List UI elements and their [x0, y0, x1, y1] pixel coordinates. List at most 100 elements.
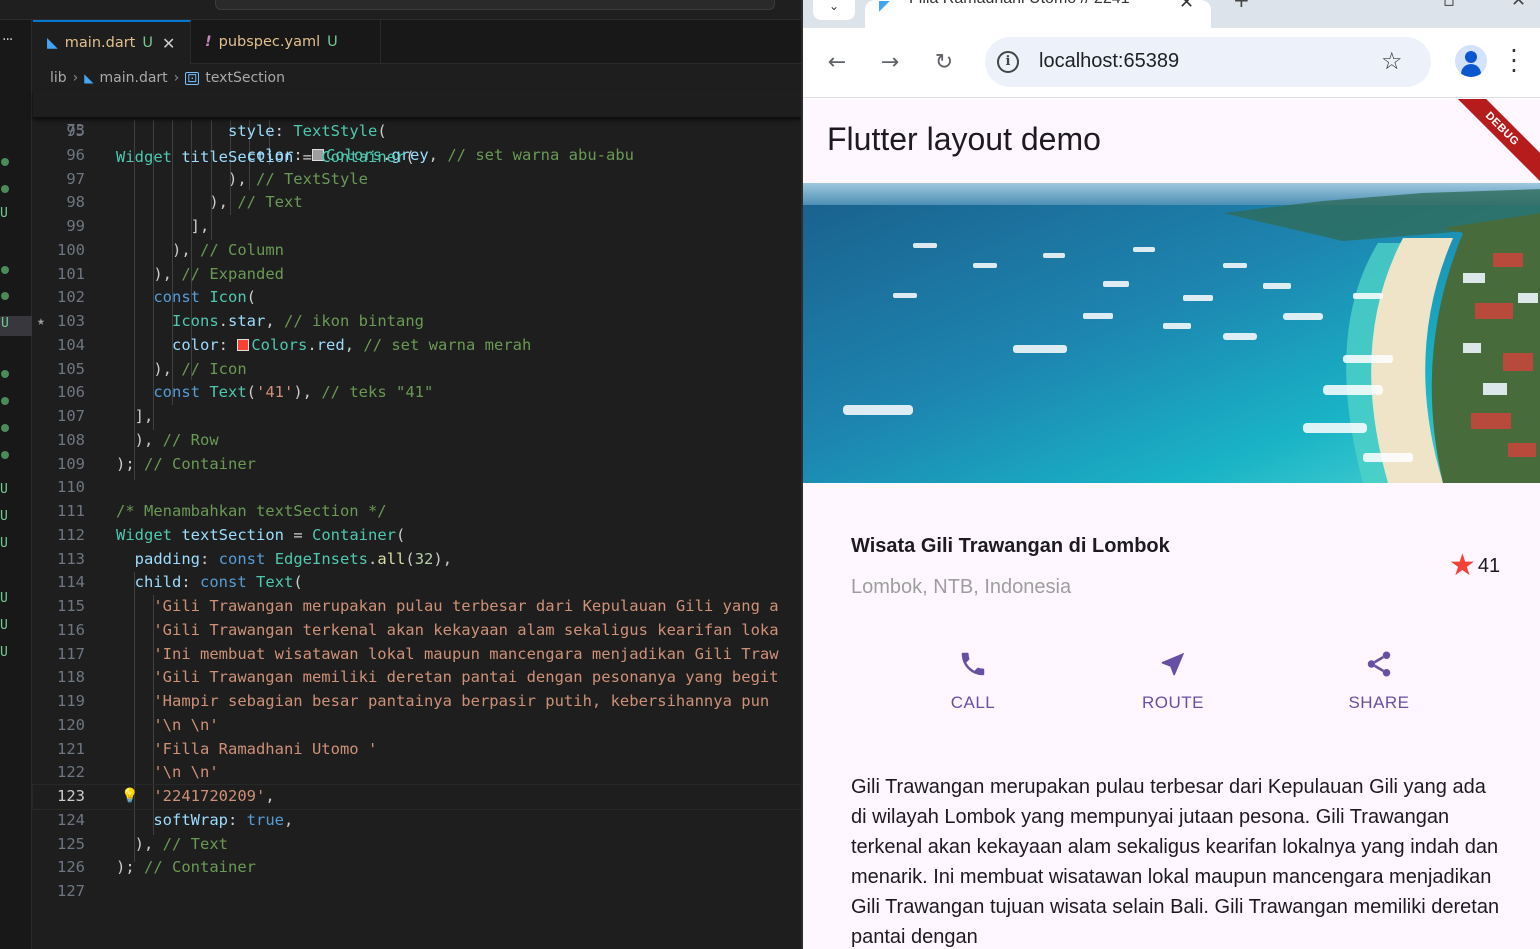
maximize-icon[interactable]: ▫	[1443, 0, 1455, 11]
share-label: SHARE	[1348, 693, 1410, 712]
phone-icon	[961, 652, 985, 676]
code-row[interactable]: 99 ],	[33, 215, 801, 239]
code-row[interactable]: 107 ],	[33, 405, 801, 429]
scm-dot-icon	[1, 397, 9, 405]
call-button[interactable]: CALL	[913, 649, 1033, 713]
code-row[interactable]: 98 ), // Text	[33, 191, 801, 215]
line-number: 125	[57, 834, 85, 853]
code-row[interactable]: 122 '\n \n'	[33, 761, 801, 785]
line-number: 109	[57, 454, 85, 473]
code-row[interactable]: 106 const Text('41'), // teks "41"	[33, 381, 801, 405]
code-line: const Text('41'), // teks "41"	[153, 383, 434, 402]
breadcrumb-item[interactable]: lib	[50, 70, 67, 86]
code-row[interactable]: 112 Widget textSection = Container(	[33, 524, 801, 548]
scm-dot-icon	[1, 266, 9, 274]
line-number: 99	[66, 217, 85, 235]
line-number: 114	[57, 573, 85, 592]
url-text[interactable]: localhost:65389	[1039, 50, 1179, 73]
code-row[interactable]: 113 padding: const EdgeInsets.all(32),	[33, 548, 801, 572]
code-line: '2241720209',	[153, 787, 275, 805]
code-row[interactable]: 95 style: TextStyle(	[33, 120, 801, 144]
command-center[interactable]	[215, 0, 775, 10]
code-row[interactable]: 114 child: const Text(	[33, 571, 801, 595]
breadcrumb-item[interactable]: main.dart	[100, 70, 168, 86]
code-row[interactable]: 120 '\n \n'	[33, 714, 801, 738]
code-row[interactable]: ★ 103 Icons.star, // ikon bintang	[33, 310, 801, 334]
title-section: Wisata Gili Trawangan di Lombok Lombok, …	[851, 535, 1170, 599]
code-row[interactable]: 109); // Container	[33, 453, 801, 477]
code-row[interactable]: 125 ), // Text	[33, 833, 801, 857]
share-button[interactable]: SHARE	[1319, 649, 1439, 713]
code-line: 'Ini membuat wisatawan lokal maupun manc…	[153, 644, 779, 663]
code-row[interactable]: 124 softWrap: true,	[33, 809, 801, 833]
browser-toolbar: ← → ↻ i localhost:65389 ☆ · · ·	[803, 28, 1540, 98]
code-line: ],	[116, 217, 210, 235]
code-row[interactable]: 105 ), // Icon	[33, 358, 801, 382]
code-row[interactable]: 127	[33, 880, 801, 904]
line-number: 115	[57, 597, 85, 615]
gutter-status-mark: U	[0, 645, 8, 660]
route-button[interactable]: ROUTE	[1113, 649, 1233, 713]
app-bar-title: Flutter layout demo	[827, 121, 1101, 157]
code-row[interactable]: 126); // Container	[33, 856, 801, 880]
code-row[interactable]: 104 color: Colors.red, // set warna mera…	[33, 334, 801, 358]
close-icon[interactable]: ✕	[1179, 0, 1194, 13]
code-line: 'Gili Trawangan memiliki deretan pantai …	[153, 668, 779, 687]
close-window-icon[interactable]: ✕	[1511, 0, 1526, 11]
code-line: ), // Text	[116, 193, 303, 212]
new-tab-icon[interactable]: +	[1233, 0, 1250, 12]
code-row[interactable]: 97 ), // TextStyle	[33, 168, 801, 192]
code-row[interactable]: 121 'Filla Ramadhani Utomo '	[33, 738, 801, 762]
line-number: 103	[57, 312, 85, 330]
bookmark-star-icon[interactable]: ☆	[1381, 47, 1403, 75]
gutter-status-mark: U	[0, 618, 8, 633]
tab-label: pubspec.yaml	[218, 34, 321, 50]
description-text: Gili Trawangan merupakan pulau terbesar …	[851, 776, 1500, 948]
breadcrumb-item[interactable]: textSection	[205, 70, 285, 86]
code-row[interactable]: 115 'Gili Trawangan merupakan pulau terb…	[33, 595, 801, 619]
code-row[interactable]: 102 const Icon(	[33, 286, 801, 310]
site-info-icon[interactable]: i	[997, 51, 1019, 73]
tab-main-dart[interactable]: ◣ main.dart U ✕	[33, 20, 191, 64]
code-row[interactable]: 117 'Ini membuat wisatawan lokal maupun …	[33, 643, 801, 667]
activity-bar: ··· U U U U U U U U	[0, 20, 32, 949]
flutter-app: Flutter layout demo DEBUG Wisata Gili Tr…	[803, 99, 1540, 949]
code-line: Widget textSection = Container(	[116, 525, 406, 544]
code-row[interactable]: 116 'Gili Trawangan terkenal akan kekaya…	[33, 619, 801, 643]
code-row[interactable]: 108 ), // Row	[33, 429, 801, 453]
code-line: ), // Expanded	[116, 264, 284, 283]
place-location: Lombok, NTB, Indonesia	[851, 576, 1072, 598]
scm-dot-icon	[1, 424, 9, 432]
breadcrumb: lib › ◣ main.dart › ⊡ textSection	[50, 68, 285, 88]
code-editor[interactable]: 95 style: TextStyle(96 color: Colors.gre…	[32, 120, 801, 904]
menu-kebab-icon[interactable]: · · ·	[1509, 39, 1519, 83]
editor-tabs: ◣ main.dart U ✕ ! pubspec.yaml U	[33, 20, 801, 64]
code-row[interactable]: 💡 123 '2241720209',	[32, 784, 801, 810]
tab-pubspec-yaml[interactable]: ! pubspec.yaml U	[191, 20, 381, 64]
address-bar[interactable]: i localhost:65389 ☆	[985, 37, 1431, 87]
code-row[interactable]: 110	[33, 476, 801, 500]
close-icon[interactable]: ✕	[162, 34, 175, 53]
code-row[interactable]: 118 'Gili Trawangan memiliki deretan pan…	[33, 666, 801, 690]
browser-tab[interactable]: ◤ Filla Ramadhani Utomo // 2241 ✕	[865, 0, 1211, 28]
code-line: ), // Text	[116, 834, 228, 853]
forward-icon[interactable]: →	[875, 48, 905, 78]
tab-search-icon[interactable]: ⌄	[813, 0, 855, 20]
code-line: const Icon(	[153, 288, 257, 307]
place-name: Wisata Gili Trawangan di Lombok	[851, 535, 1170, 557]
line-number: 111	[57, 502, 85, 520]
tab-status: U	[142, 35, 153, 51]
chevron-right-icon: ›	[72, 70, 79, 86]
code-row[interactable]: 101 ), // Expanded	[33, 263, 801, 287]
sticky-scroll-header[interactable]: 73 Widget titleSection = Container(	[33, 90, 801, 166]
back-icon[interactable]: ←	[822, 48, 852, 78]
browser-tab-strip: ⌄ ◤ Filla Ramadhani Utomo // 2241 ✕ + ▫ …	[803, 0, 1540, 28]
code-row[interactable]: 100 ), // Column	[33, 239, 801, 263]
profile-avatar-icon[interactable]	[1455, 45, 1487, 77]
variable-symbol-icon: ⊡	[185, 70, 200, 85]
reload-icon[interactable]: ↻	[929, 48, 959, 78]
gutter-status-mark: U	[0, 206, 8, 221]
more-icon[interactable]: ···	[2, 32, 13, 48]
code-row[interactable]: 111 /* Menambahkan textSection */	[33, 500, 801, 524]
code-row[interactable]: 119 'Hampir sebagian besar pantainya ber…	[33, 690, 801, 714]
